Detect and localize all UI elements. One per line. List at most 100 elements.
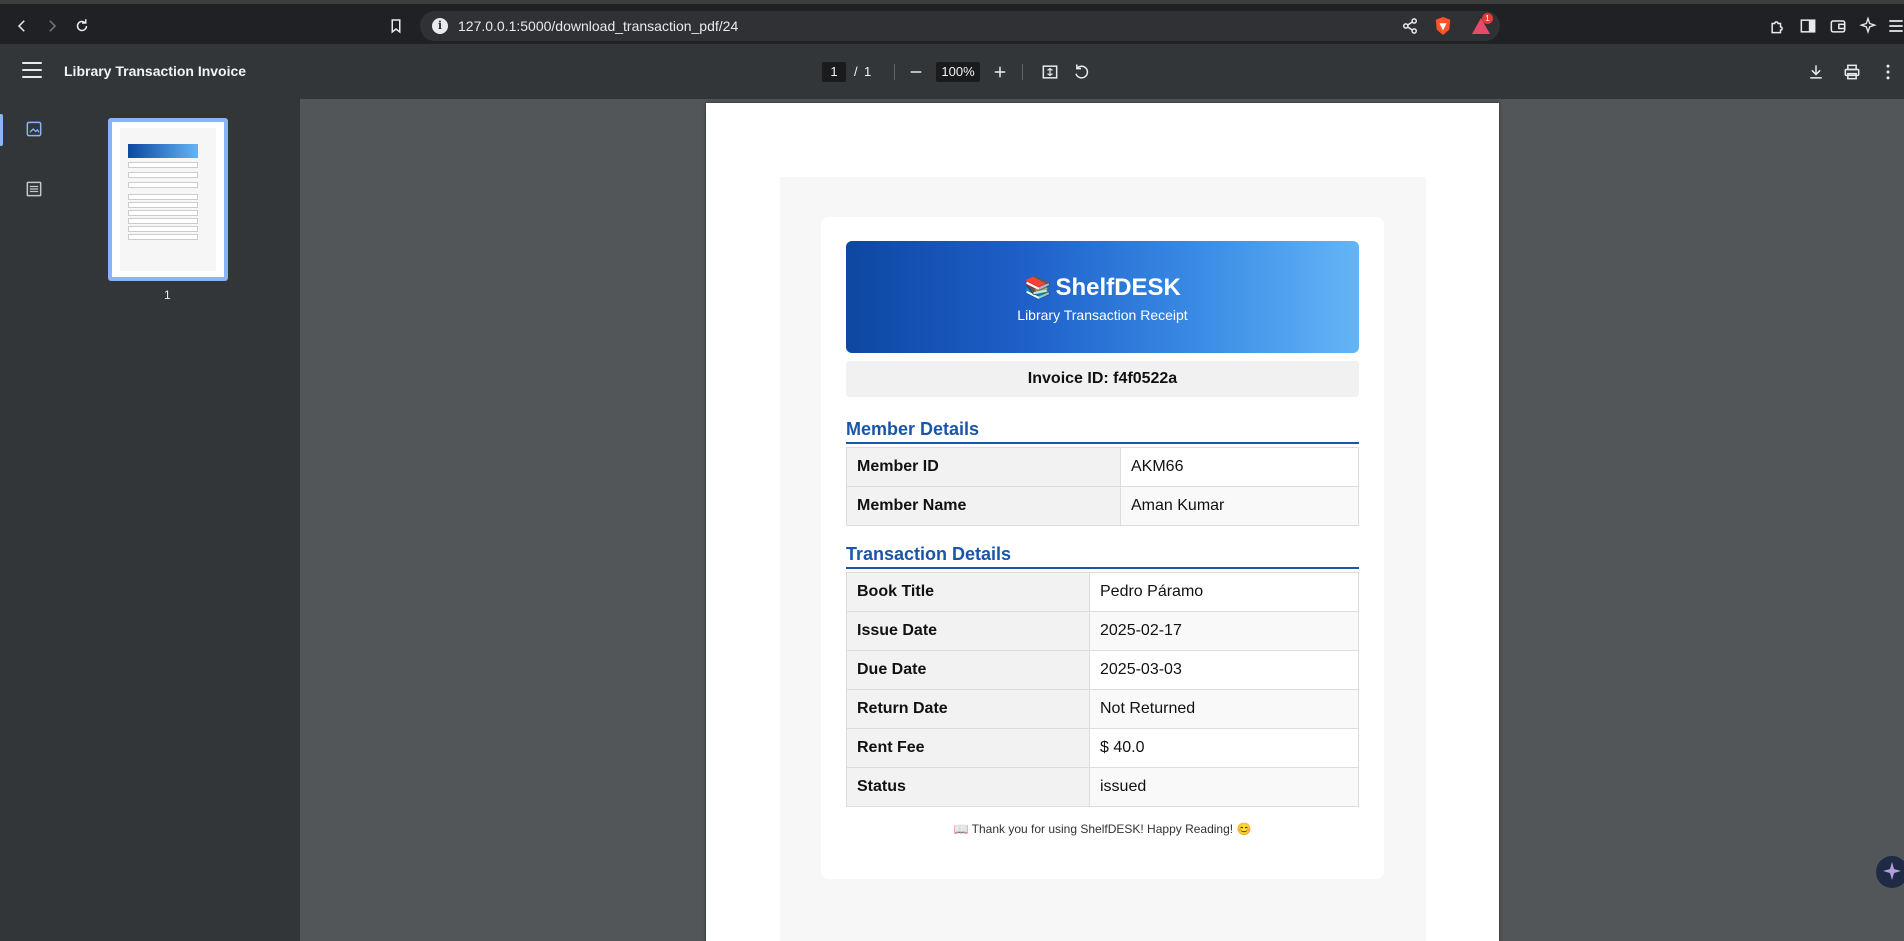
reload-button[interactable] [70,14,94,38]
download-button[interactable] [1804,60,1828,84]
table-row: Status issued [846,767,1359,807]
bookmark-icon [391,19,401,34]
more-vertical-icon [1886,64,1890,80]
leo-ai-icon[interactable] [1858,16,1878,36]
sparkle-icon [1883,862,1901,880]
row-label: Return Date [846,689,1090,729]
minus-icon [910,71,922,73]
page-separator: / [854,64,858,79]
plus-icon [994,66,1006,78]
thumbnail-preview [120,128,216,271]
table-row: Rent Fee $ 40.0 [846,728,1359,768]
thumbnail-line [128,218,198,224]
thumbnail-line [128,182,198,188]
bookmark-button[interactable] [384,14,408,38]
outline-tab-icon[interactable] [24,179,44,199]
table-row: Issue Date 2025-02-17 [846,611,1359,651]
thumbnail-line [128,194,198,200]
toolbar-divider [1022,64,1023,80]
transaction-section-title: Transaction Details [846,544,1359,569]
site-info-icon[interactable]: i [432,18,448,34]
row-value: 2025-02-17 [1089,611,1359,651]
table-row: Due Date 2025-03-03 [846,650,1359,690]
row-label: Status [846,767,1090,807]
thumbnail-line [128,172,198,178]
row-label: Book Title [846,572,1090,612]
thumbnail-line [128,202,198,208]
thumbnail-page-number: 1 [164,288,171,302]
member-table: Member ID AKM66 Member Name Aman Kumar [846,447,1359,526]
notification-badge: 1 [1482,13,1493,24]
table-row: Member Name Aman Kumar [846,486,1359,526]
table-row: Return Date Not Returned [846,689,1359,729]
page-thumbnail[interactable] [108,118,228,281]
row-label: Rent Fee [846,728,1090,768]
thumbnail-header [128,144,198,158]
invoice-id: Invoice ID: f4f0522a [846,361,1359,397]
more-actions-button[interactable] [1876,60,1900,84]
row-value: $ 40.0 [1089,728,1359,768]
page-number-input[interactable]: 1 [822,62,846,82]
pdf-toolbar: Library Transaction Invoice 1 / 1 100% [0,44,1904,99]
arrow-right-icon [49,20,57,32]
row-label: Member ID [846,447,1121,487]
rotate-icon [1075,64,1089,79]
transaction-table: Book Title Pedro Páramo Issue Date 2025-… [846,572,1359,807]
back-button[interactable] [10,14,34,38]
pdf-page: 📚 ShelfDESK Library Transaction Receipt I… [706,103,1499,941]
row-value: Not Returned [1089,689,1359,729]
hamburger-menu-icon[interactable] [22,62,42,80]
address-bar[interactable]: i 127.0.0.1:5000/download_transaction_pd… [420,11,1500,41]
row-value: issued [1089,767,1359,807]
rotate-button[interactable] [1069,60,1093,84]
extensions-icon[interactable] [1768,16,1788,36]
table-row: Member ID AKM66 [846,447,1359,487]
thumbnail-line [128,162,198,168]
thumbnail-line [128,234,198,240]
document-title: Library Transaction Invoice [64,63,247,79]
brand-title: 📚 ShelfDESK [846,274,1359,302]
browser-toolbar: i 127.0.0.1:5000/download_transaction_pd… [0,0,1904,44]
row-label: Issue Date [846,611,1090,651]
row-value: 2025-03-03 [1089,650,1359,690]
toolbar-divider [894,64,895,80]
row-label: Due Date [846,650,1090,690]
zoom-in-button[interactable] [988,60,1012,84]
download-icon [1810,65,1822,79]
row-label: Member Name [846,486,1121,526]
menu-icon[interactable] [1886,16,1904,36]
receipt-card: 📚 ShelfDESK Library Transaction Receipt I… [821,217,1384,879]
print-button[interactable] [1840,60,1864,84]
brave-shield-icon[interactable] [1434,16,1452,36]
zoom-input[interactable]: 100% [936,62,980,82]
reload-icon [76,19,88,32]
page-total: 1 [864,64,872,79]
member-section-title: Member Details [846,419,1359,444]
active-tab-indicator [0,114,3,146]
url-text[interactable]: 127.0.0.1:5000/download_transaction_pdf/… [458,18,738,34]
ai-assistant-button[interactable] [1876,856,1904,888]
thank-you-note: 📖 Thank you for using ShelfDESK! Happy R… [953,822,1252,836]
books-icon: 📚 [1024,275,1052,300]
row-value: AKM66 [1120,447,1359,487]
share-icon[interactable] [1400,16,1420,36]
thumbnails-tab-icon[interactable] [24,119,44,139]
thumbnail-line [128,210,198,216]
receipt-header: 📚 ShelfDESK Library Transaction Receipt [846,241,1359,353]
zoom-out-button[interactable] [904,60,928,84]
forward-button[interactable] [40,14,64,38]
thumbnail-line [128,226,198,232]
row-value: Aman Kumar [1120,486,1359,526]
table-row: Book Title Pedro Páramo [846,572,1359,612]
page-background: 📚 ShelfDESK Library Transaction Receipt I… [780,177,1426,941]
wallet-icon[interactable] [1828,16,1848,36]
print-icon [1844,64,1860,80]
sidebar-toggle-icon[interactable] [1798,16,1818,36]
arrow-left-icon [17,20,25,32]
receipt-subtitle: Library Transaction Receipt [1017,307,1188,323]
pdf-viewer[interactable]: 📚 ShelfDESK Library Transaction Receipt I… [300,99,1904,941]
fit-to-page-icon [1042,65,1058,79]
row-value: Pedro Páramo [1089,572,1359,612]
fit-page-button[interactable] [1038,60,1062,84]
brand-name: ShelfDESK [1055,274,1181,301]
